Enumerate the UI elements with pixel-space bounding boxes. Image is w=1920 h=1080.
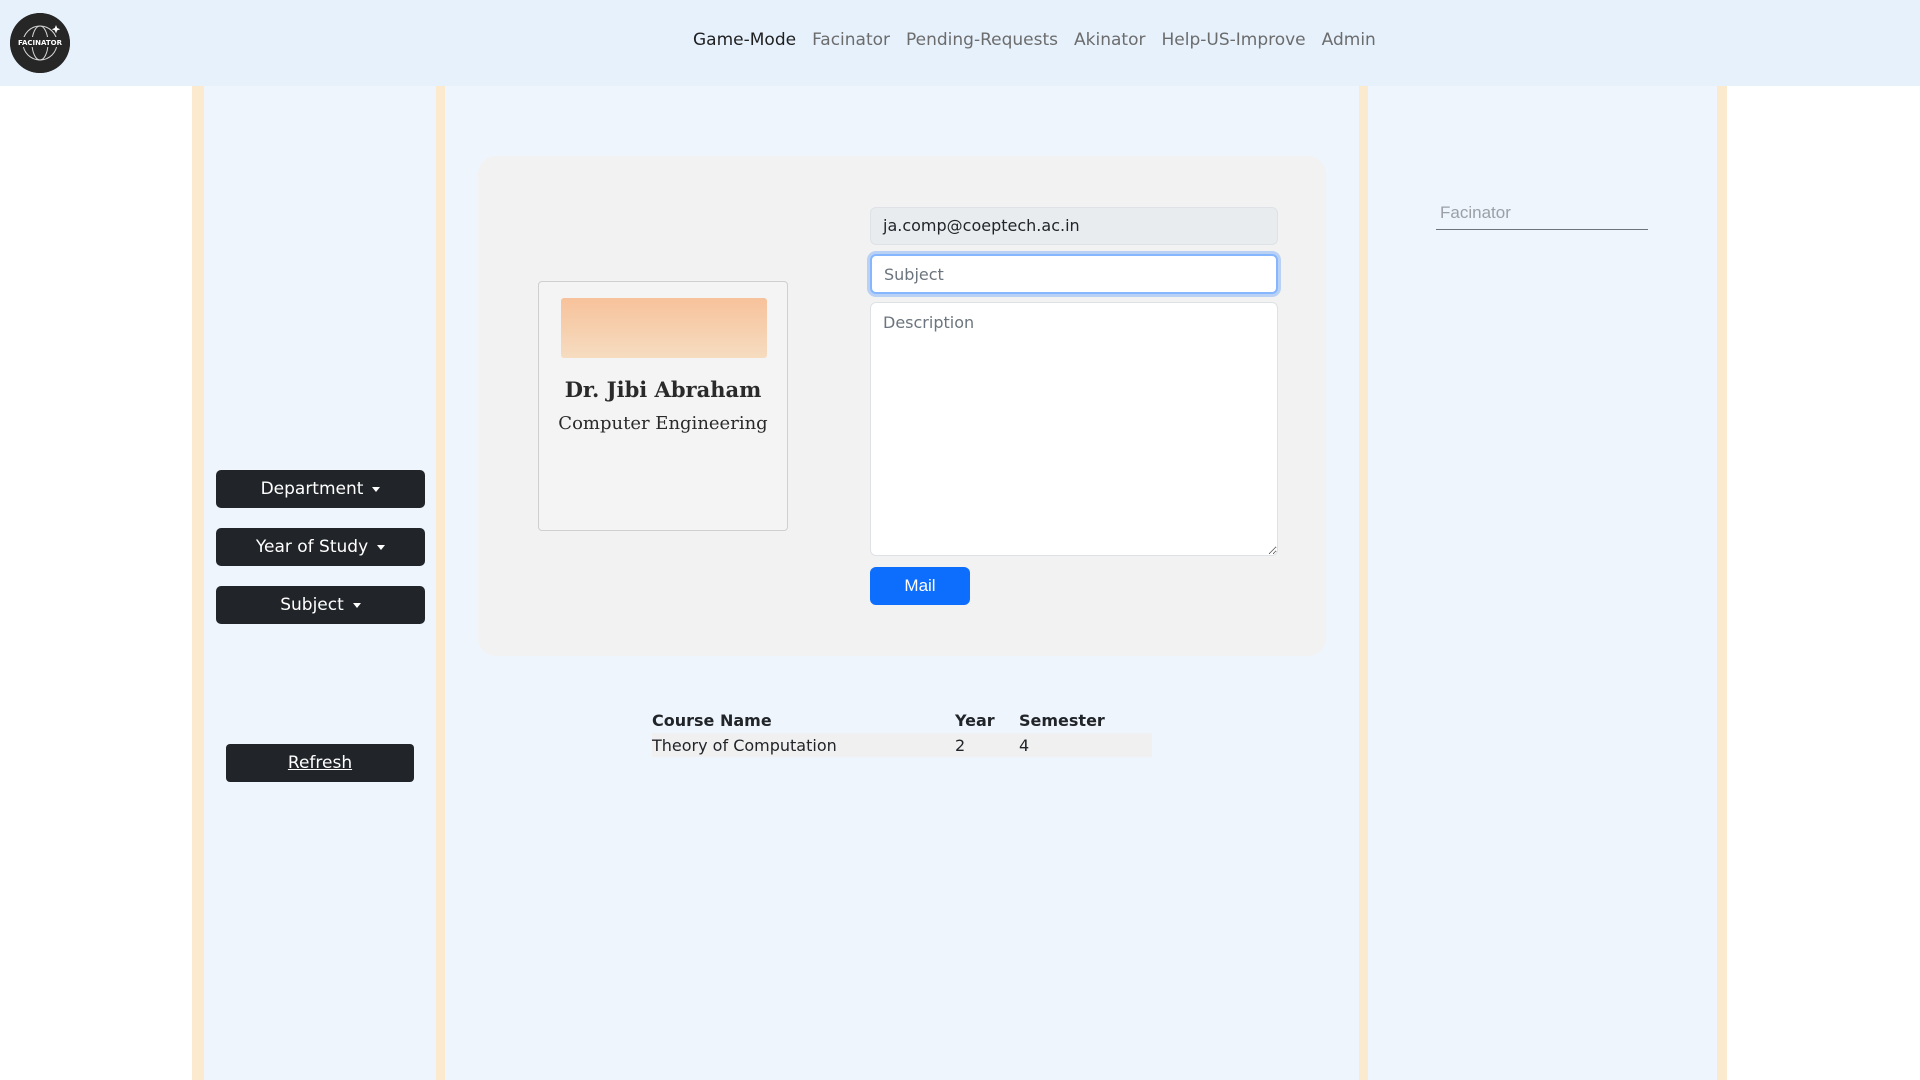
column-header-course-name: Course Name <box>652 710 772 730</box>
email-field: ja.comp@coeptech.ac.in <box>870 207 1278 245</box>
caret-down-icon <box>377 544 386 550</box>
caret-down-icon <box>372 486 381 492</box>
description-textarea[interactable] <box>870 302 1278 556</box>
refresh-label: Refresh <box>287 753 353 773</box>
nav-admin[interactable]: Admin <box>1322 30 1376 50</box>
subject-dropdown-label: Subject <box>280 595 344 615</box>
navbar: FACINATOR Game-Mode Facinator Pending-Re… <box>0 0 1920 86</box>
svg-text:FACINATOR: FACINATOR <box>18 39 63 47</box>
course-year-cell: 2 <box>955 733 1019 757</box>
left-stripe <box>192 86 204 1080</box>
search-sidebar <box>1368 86 1717 1080</box>
department-dropdown-label: Department <box>260 479 364 499</box>
nav-facinator[interactable]: Facinator <box>812 30 890 50</box>
nav-help-us-improve[interactable]: Help-US-Improve <box>1161 30 1305 50</box>
refresh-button[interactable]: Refresh <box>226 744 414 782</box>
facinator-logo[interactable]: FACINATOR <box>10 13 70 73</box>
faculty-profile-card: Dr. Jibi Abraham Computer Engineering <box>538 281 788 531</box>
nav-pending-requests[interactable]: Pending-Requests <box>906 30 1058 50</box>
globe-logo-icon: FACINATOR <box>10 13 70 73</box>
year-dropdown-label: Year of Study <box>255 537 369 557</box>
subject-input[interactable] <box>870 254 1278 294</box>
faculty-department: Computer Engineering <box>558 413 768 434</box>
nav-game-mode[interactable]: Game-Mode <box>693 30 796 50</box>
mail-button-label: Mail <box>904 576 936 595</box>
divider-stripe <box>436 86 445 1080</box>
search-field <box>1436 196 1648 230</box>
courses-table: Course Name Year Semester Theory of Comp… <box>652 707 1152 757</box>
table-row: Theory of Computation 2 4 <box>652 733 1152 757</box>
faculty-name: Dr. Jibi Abraham <box>564 377 762 402</box>
nav-links: Game-Mode Facinator Pending-Requests Aki… <box>693 30 1392 50</box>
table-header-row: Course Name Year Semester <box>652 707 1152 733</box>
column-header-semester: Semester <box>1019 710 1105 730</box>
column-header-year: Year <box>955 710 995 730</box>
department-dropdown[interactable]: Department <box>216 470 425 508</box>
nav-akinator[interactable]: Akinator <box>1074 30 1145 50</box>
caret-down-icon <box>352 602 361 608</box>
divider-stripe <box>1359 86 1368 1080</box>
filter-sidebar <box>204 86 436 1080</box>
facinator-search-input[interactable] <box>1436 196 1648 229</box>
year-of-study-dropdown[interactable]: Year of Study <box>216 528 425 566</box>
right-stripe <box>1717 86 1727 1080</box>
course-name-cell: Theory of Computation <box>652 733 955 757</box>
subject-dropdown[interactable]: Subject <box>216 586 425 624</box>
mail-button[interactable]: Mail <box>870 567 970 605</box>
course-semester-cell: 4 <box>1019 733 1152 757</box>
profile-banner <box>561 298 767 358</box>
